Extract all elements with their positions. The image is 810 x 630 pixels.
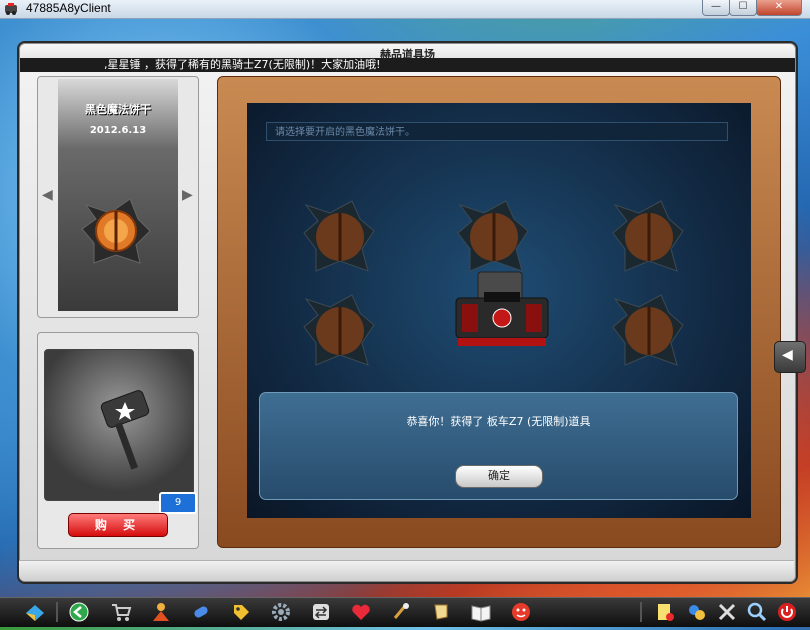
shop-card: 9 购 买 xyxy=(37,332,199,549)
reward-popup: 恭喜你！获得了 板车Z7 (无限制)道具 确定 xyxy=(259,392,738,500)
item-preview: 黑色魔法饼干 2012.6.13 xyxy=(58,79,178,311)
cookie-slot-icon[interactable] xyxy=(302,293,378,369)
tag-icon[interactable] xyxy=(230,601,252,623)
face-icon[interactable] xyxy=(510,601,532,623)
window-title: 47885A8yClient xyxy=(26,1,111,15)
game-toolbar xyxy=(0,597,810,627)
next-item-arrow-icon[interactable]: ▶ xyxy=(182,187,193,203)
puzzle-icon[interactable] xyxy=(686,601,708,623)
cookie-slot-icon[interactable] xyxy=(611,199,687,275)
item-count-badge: 9 xyxy=(159,492,197,514)
minimize-button[interactable]: — xyxy=(702,0,730,16)
gear-icon[interactable] xyxy=(270,601,292,623)
notes-icon[interactable] xyxy=(654,601,676,623)
item-name: 黑色魔法饼干 xyxy=(85,103,151,116)
power-icon[interactable] xyxy=(776,601,798,623)
magnify-icon[interactable] xyxy=(746,601,768,623)
character-icon[interactable] xyxy=(150,601,172,623)
shop-item-box: 9 xyxy=(44,349,197,514)
capsule-icon[interactable] xyxy=(190,601,212,623)
panel-footer xyxy=(19,560,794,581)
toolbar-separator xyxy=(640,602,642,622)
close-button[interactable]: ✕ xyxy=(756,0,802,16)
book-icon[interactable] xyxy=(470,601,492,623)
star-hammer-icon xyxy=(100,390,150,470)
cart-icon[interactable] xyxy=(110,601,132,623)
kart-reward-icon xyxy=(455,271,549,346)
magic-cookie-icon xyxy=(81,198,151,264)
settings-icon[interactable] xyxy=(716,601,738,623)
app-icon xyxy=(5,3,17,15)
back-icon[interactable] xyxy=(68,601,90,623)
maximize-button[interactable]: ☐ xyxy=(729,0,757,16)
window-titlebar: 47885A8yClient — ☐ ✕ xyxy=(0,0,810,19)
prev-item-arrow-icon[interactable]: ◀ xyxy=(42,187,53,203)
cookie-slot-icon[interactable] xyxy=(456,199,532,275)
announcement-ticker: ,星星锤 ，获得了稀有的黑骑士Z7(无限制)！大家加油哦! xyxy=(20,58,795,72)
ticker-text: ,星星锤 ，获得了稀有的黑骑士Z7(无限制)！大家加油哦! xyxy=(104,58,381,71)
buy-button[interactable]: 购 买 xyxy=(68,513,168,537)
exchange-icon[interactable] xyxy=(310,601,332,623)
heart-icon[interactable] xyxy=(350,601,372,623)
item-selector-card: ◀ 黑色魔法饼干 2012.6.13 ▶ xyxy=(37,76,199,318)
side-collapse-button[interactable]: ◀ xyxy=(774,341,806,373)
cookie-slot-icon[interactable] xyxy=(611,293,687,369)
collapse-arrow-icon: ◀ xyxy=(782,347,793,363)
start-icon[interactable] xyxy=(24,601,46,623)
tools-icon[interactable] xyxy=(390,601,412,623)
confirm-button[interactable]: 确定 xyxy=(455,465,543,488)
item-date: 2012.6.13 xyxy=(89,125,147,136)
toolbar-separator xyxy=(56,602,58,622)
selection-hint-field: 请选择要开启的黑色魔法饼干。 xyxy=(266,122,728,141)
cookie-slot-icon[interactable] xyxy=(302,199,378,275)
reward-message: 恭喜你！获得了 板车Z7 (无限制)道具 xyxy=(406,415,591,428)
scroll-icon[interactable] xyxy=(430,601,452,623)
